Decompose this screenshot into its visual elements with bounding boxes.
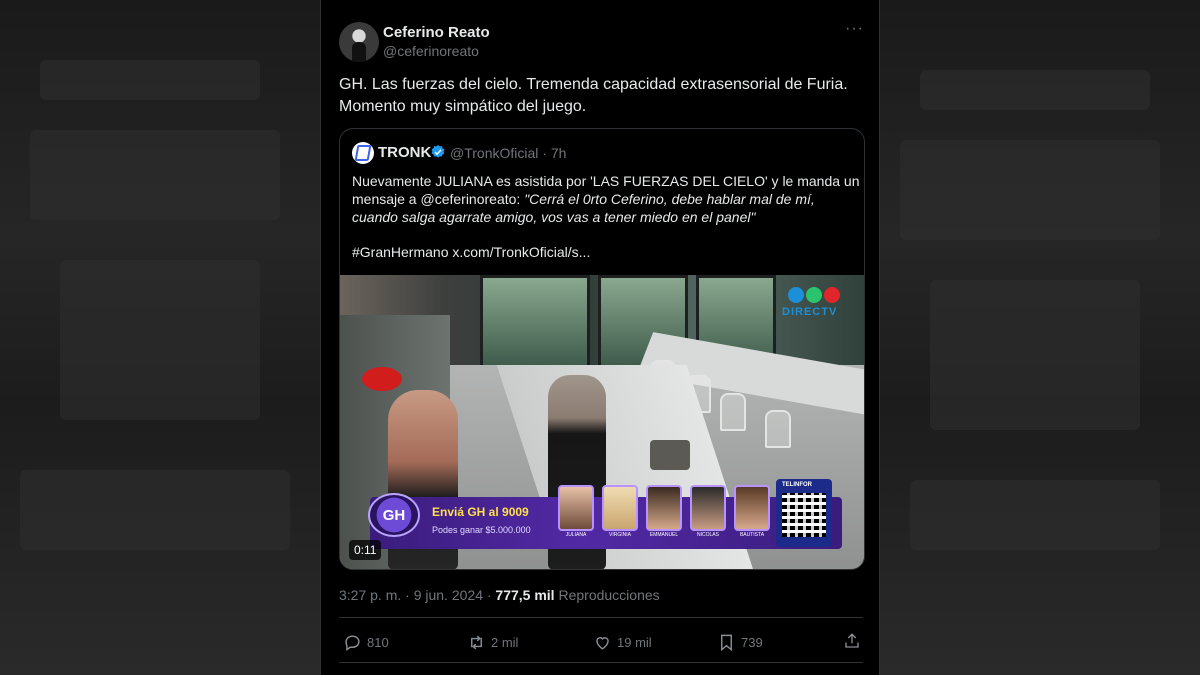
quoted-tweet[interactable]: TRONK @TronkOficial · 7h Nuevamente JULI… xyxy=(339,128,865,570)
candidate-label: BAUTISTA xyxy=(739,532,765,538)
author-avatar[interactable] xyxy=(339,22,379,62)
qr-label: TELINFOR xyxy=(782,482,812,488)
view-count: 777,5 mil xyxy=(495,587,555,603)
candidate-photo xyxy=(646,485,682,531)
action-bar: 810 2 mil 19 mil 739 xyxy=(339,630,863,654)
bookmark-button[interactable]: 739 xyxy=(717,630,763,654)
candidate-photo xyxy=(558,485,594,531)
quoted-author-name[interactable]: TRONK xyxy=(378,144,431,161)
channel-logo-text: DIRECTV xyxy=(782,306,838,318)
divider xyxy=(339,617,863,618)
candidate-photo xyxy=(690,485,726,531)
repost-count: 2 mil xyxy=(491,634,519,650)
bookmark-count: 739 xyxy=(741,634,763,650)
like-count: 19 mil xyxy=(617,634,652,650)
tweet-meta: 3:27 p. m. · 9 jun. 2024 · 777,5 mil Rep… xyxy=(339,587,660,603)
quoted-tweet-text: Nuevamente JULIANA es asistida por 'LAS … xyxy=(352,172,862,226)
reply-icon xyxy=(345,634,360,651)
blurred-background-right xyxy=(880,0,1200,675)
repost-icon xyxy=(471,635,482,649)
tweet-card: Ceferino Reato @ceferinoreato ··· GH. La… xyxy=(320,0,880,675)
verified-badge-icon xyxy=(431,145,445,158)
divider xyxy=(339,662,863,663)
banner-title: Enviá GH al 9009 xyxy=(432,505,529,519)
quoted-tweet-tags-link[interactable]: #GranHermano x.com/TronkOficial/s... xyxy=(352,244,590,260)
more-options-icon[interactable]: ··· xyxy=(845,20,864,38)
gh-logo: GH xyxy=(368,493,420,537)
reply-count: 810 xyxy=(367,634,389,650)
tweet-timestamp[interactable]: 3:27 p. m. · 9 jun. 2024 · xyxy=(339,587,495,603)
candidate-label: NICOLAS xyxy=(697,532,719,538)
author-handle[interactable]: @ceferinoreato xyxy=(383,43,479,59)
share-icon[interactable] xyxy=(843,632,861,650)
quoted-author-avatar[interactable] xyxy=(352,142,374,164)
banner-subtitle: Podes ganar $5.000.000 xyxy=(432,525,531,535)
video-duration: 0:11 xyxy=(349,540,382,560)
candidate-label: JULIANA xyxy=(565,532,587,538)
candidate-label: VIRGINIA xyxy=(609,532,631,538)
tweet-text: GH. Las fuerzas del cielo. Tremenda capa… xyxy=(339,76,848,115)
blurred-background-left xyxy=(0,0,320,675)
bookmark-icon xyxy=(721,634,732,651)
repost-button[interactable]: 2 mil xyxy=(467,630,518,654)
reply-button[interactable]: 810 xyxy=(343,630,389,654)
candidate-photo xyxy=(734,485,770,531)
views-label: Reproducciones xyxy=(554,587,660,603)
heart-icon xyxy=(596,636,609,650)
qr-code xyxy=(782,493,826,537)
candidate-photo xyxy=(602,485,638,531)
author-name[interactable]: Ceferino Reato xyxy=(383,24,490,41)
like-button[interactable]: 19 mil xyxy=(593,630,652,654)
candidate-label: EMMANUEL xyxy=(649,532,679,538)
video-player[interactable]: DIRECTV GH Enviá GH al 9009 Podes ganar … xyxy=(340,275,864,569)
channel-logo: DIRECTV xyxy=(780,287,850,321)
quoted-author-handle-time[interactable]: @TronkOficial · 7h xyxy=(450,145,566,161)
